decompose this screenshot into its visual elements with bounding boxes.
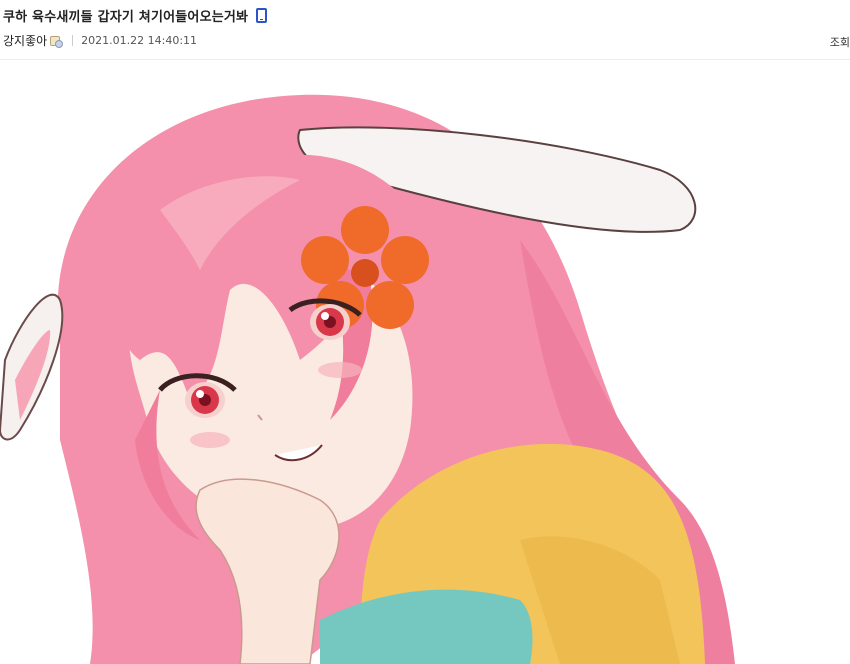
post-meta: 강지좋아 2021.01.22 14:40:11: [3, 32, 197, 49]
mobile-phone-icon: [256, 8, 268, 23]
post-header: 쿠하 육수새끼들 갑자기 쳐기어들어오는거봐 강지좋아 2021.01.22 1…: [0, 0, 850, 60]
post-date: 2021.01.22 14:40:11: [81, 34, 198, 47]
post-title: 쿠하 육수새끼들 갑자기 쳐기어들어오는거봐: [3, 10, 249, 25]
author-name[interactable]: 강지좋아: [3, 32, 47, 49]
user-level-icon: [50, 35, 64, 48]
views-label: 조회: [829, 36, 850, 49]
anime-girl-illustration: [0, 94, 735, 664]
title-row: 쿠하 육수새끼들 갑자기 쳐기어들어오는거봐: [3, 6, 268, 25]
meta-divider: [72, 35, 74, 46]
post-image: [0, 60, 850, 664]
